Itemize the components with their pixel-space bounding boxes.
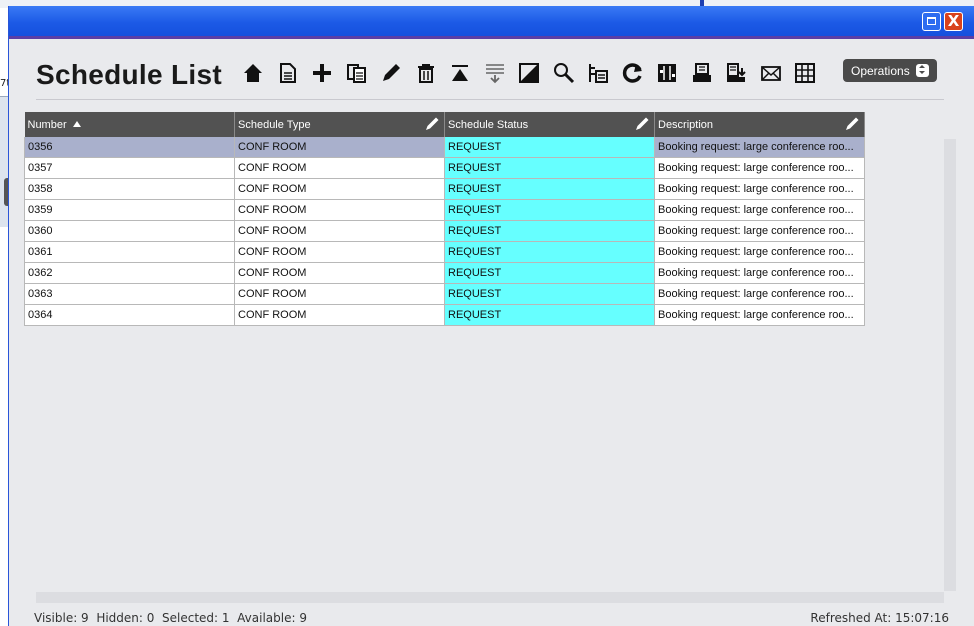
cell-schedule-type[interactable]: CONF ROOM (234, 157, 445, 179)
cell-number[interactable]: 0356 (24, 137, 235, 158)
cell-schedule-type[interactable]: CONF ROOM (234, 304, 445, 326)
table-row[interactable]: 0360 CONF ROOM REQUEST Booking request: … (24, 220, 865, 242)
cell-number[interactable]: 0358 (24, 178, 235, 200)
cell-schedule-status[interactable]: REQUEST (444, 283, 655, 305)
grid-icon[interactable] (793, 61, 817, 85)
maximize-button[interactable] (922, 12, 941, 31)
cell-schedule-type[interactable]: CONF ROOM (234, 199, 445, 221)
refreshed-timestamp: Refreshed At: 15:07:16 (810, 611, 949, 625)
export-icon[interactable] (724, 61, 748, 85)
cell-description[interactable]: Booking request: large conference roo... (654, 262, 865, 284)
column-header-label: Schedule Status (448, 118, 529, 131)
table-row[interactable]: 0359 CONF ROOM REQUEST Booking request: … (24, 199, 865, 221)
edit-column-icon[interactable] (424, 116, 440, 132)
cell-number[interactable]: 0357 (24, 157, 235, 179)
schedule-list-window: X Schedule List Operations Number Schedu… (8, 6, 974, 626)
sort-ascending-icon (72, 120, 81, 127)
table-row[interactable]: 0356 CONF ROOM REQUEST Booking request: … (24, 137, 865, 158)
table-header-row: Number Schedule Type Schedule Status Des… (24, 112, 865, 137)
cell-description[interactable]: Booking request: large conference roo... (654, 157, 865, 179)
cell-number[interactable]: 0359 (24, 199, 235, 221)
cell-schedule-status[interactable]: REQUEST (444, 262, 655, 284)
cell-number[interactable]: 0363 (24, 283, 235, 305)
new-document-icon[interactable] (276, 61, 300, 85)
dropdown-updown-icon (915, 64, 929, 77)
copy-icon[interactable] (345, 61, 369, 85)
columns-icon[interactable] (655, 61, 679, 85)
delete-icon[interactable] (414, 61, 438, 85)
table-row[interactable]: 0361 CONF ROOM REQUEST Booking request: … (24, 241, 865, 263)
edit-column-icon[interactable] (844, 116, 860, 132)
cell-schedule-status[interactable]: REQUEST (444, 304, 655, 326)
cell-schedule-type[interactable]: CONF ROOM (234, 178, 445, 200)
close-button[interactable]: X (944, 12, 963, 31)
table-row[interactable]: 0363 CONF ROOM REQUEST Booking request: … (24, 283, 865, 305)
print-icon[interactable] (690, 61, 714, 85)
cell-number[interactable]: 0364 (24, 304, 235, 326)
cell-schedule-type[interactable]: CONF ROOM (234, 262, 445, 284)
title-divider (36, 99, 944, 100)
cell-schedule-type[interactable]: CONF ROOM (234, 283, 445, 305)
cell-schedule-status[interactable]: REQUEST (444, 157, 655, 179)
cell-description[interactable]: Booking request: large conference roo... (654, 283, 865, 305)
table-row[interactable]: 0364 CONF ROOM REQUEST Booking request: … (24, 304, 865, 326)
column-header-number[interactable]: Number (24, 112, 235, 137)
horizontal-scrollbar[interactable] (36, 592, 944, 603)
cell-number[interactable]: 0361 (24, 241, 235, 263)
table-row[interactable]: 0362 CONF ROOM REQUEST Booking request: … (24, 262, 865, 284)
cell-description[interactable]: Booking request: large conference roo... (654, 178, 865, 200)
filter-icon[interactable] (483, 61, 507, 85)
operations-button[interactable]: Operations (843, 59, 937, 82)
window-titlebar[interactable]: X (9, 6, 974, 36)
column-header-label: Schedule Type (238, 118, 311, 131)
cell-description[interactable]: Booking request: large conference roo... (654, 199, 865, 221)
email-icon[interactable] (759, 61, 783, 85)
cell-schedule-status[interactable]: REQUEST (444, 241, 655, 263)
cell-schedule-status[interactable]: REQUEST (444, 220, 655, 242)
column-header-schedule-type[interactable]: Schedule Type (234, 112, 445, 137)
cell-schedule-type[interactable]: CONF ROOM (234, 220, 445, 242)
cell-number[interactable]: 0360 (24, 220, 235, 242)
cell-schedule-status[interactable]: REQUEST (444, 137, 655, 158)
hierarchy-icon[interactable] (586, 61, 610, 85)
home-icon[interactable] (241, 61, 265, 85)
toggle-icon[interactable] (517, 61, 541, 85)
table-row[interactable]: 0358 CONF ROOM REQUEST Booking request: … (24, 178, 865, 200)
cell-number[interactable]: 0362 (24, 262, 235, 284)
cell-schedule-status[interactable]: REQUEST (444, 178, 655, 200)
cell-description[interactable]: Booking request: large conference roo... (654, 304, 865, 326)
search-icon[interactable] (552, 61, 576, 85)
cell-schedule-status[interactable]: REQUEST (444, 199, 655, 221)
move-top-icon[interactable] (448, 61, 472, 85)
schedule-table: Number Schedule Type Schedule Status Des… (24, 112, 865, 326)
refresh-icon[interactable] (621, 61, 645, 85)
window-content: Schedule List Operations Number Schedule… (9, 36, 974, 626)
cell-schedule-type[interactable]: CONF ROOM (234, 137, 445, 158)
table-row[interactable]: 0357 CONF ROOM REQUEST Booking request: … (24, 157, 865, 179)
cell-schedule-type[interactable]: CONF ROOM (234, 241, 445, 263)
vertical-scrollbar[interactable] (944, 139, 956, 591)
add-icon[interactable] (310, 61, 334, 85)
cell-description[interactable]: Booking request: large conference roo... (654, 137, 865, 158)
column-header-schedule-status[interactable]: Schedule Status (444, 112, 655, 137)
column-header-label: Description (658, 118, 714, 131)
operations-label: Operations (851, 63, 910, 78)
cell-description[interactable]: Booking request: large conference roo... (654, 220, 865, 242)
cell-description[interactable]: Booking request: large conference roo... (654, 241, 865, 263)
status-counts: Visible: 9 Hidden: 0 Selected: 1 Availab… (34, 611, 307, 625)
toolbar (241, 59, 828, 87)
edit-column-icon[interactable] (634, 116, 650, 132)
edit-icon[interactable] (379, 61, 403, 85)
column-header-label: Number (27, 118, 67, 131)
page-title: Schedule List (36, 59, 222, 90)
column-header-description[interactable]: Description (654, 112, 865, 137)
